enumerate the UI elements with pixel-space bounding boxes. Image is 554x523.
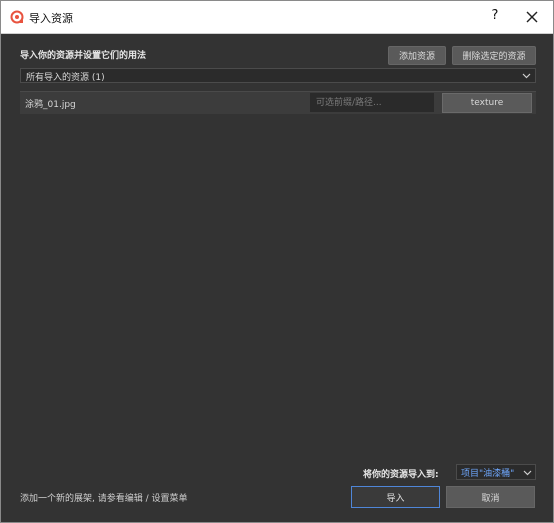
app-logo-icon [10,10,24,24]
add-resource-button[interactable]: 添加资源 [388,46,446,65]
dialog-heading: 导入你的资源并设置它们的用法 [20,51,147,61]
asset-type-button[interactable]: texture [442,93,532,113]
chevron-down-icon [523,468,532,477]
close-icon [526,11,538,23]
help-button[interactable]: ? [485,6,505,26]
destination-value: 项目"油漆桶" [461,469,515,479]
dialog-content: 导入你的资源并设置它们的用法 添加资源 删除选定的资源 所有导入的资源 (1) … [1,34,553,522]
asset-filter-value: 所有导入的资源 (1) [26,73,105,83]
destination-dropdown[interactable]: 项目"油漆桶" [456,464,536,480]
asset-row[interactable]: 涂鸦_01.jpg texture [20,91,536,114]
import-button[interactable]: 导入 [351,486,440,508]
remove-selected-button[interactable]: 删除选定的资源 [452,46,536,65]
asset-name: 涂鸦_01.jpg [25,100,76,110]
window-title: 导入资源 [29,12,73,25]
destination-label: 将你的资源导入到: [363,470,439,480]
asset-path-input[interactable] [310,93,434,112]
close-button[interactable] [521,6,543,28]
title-bar: 导入资源 ? [1,1,553,34]
chevron-down-icon [522,71,531,80]
import-resources-dialog: 导入资源 ? 导入你的资源并设置它们的用法 添加资源 删除选定的资源 所有导入的… [0,0,554,523]
asset-filter-dropdown[interactable]: 所有导入的资源 (1) [20,68,536,83]
cancel-button[interactable]: 取消 [446,486,535,508]
shelf-hint-text: 添加一个新的展架, 请参看编辑 / 设置菜单 [20,494,188,504]
